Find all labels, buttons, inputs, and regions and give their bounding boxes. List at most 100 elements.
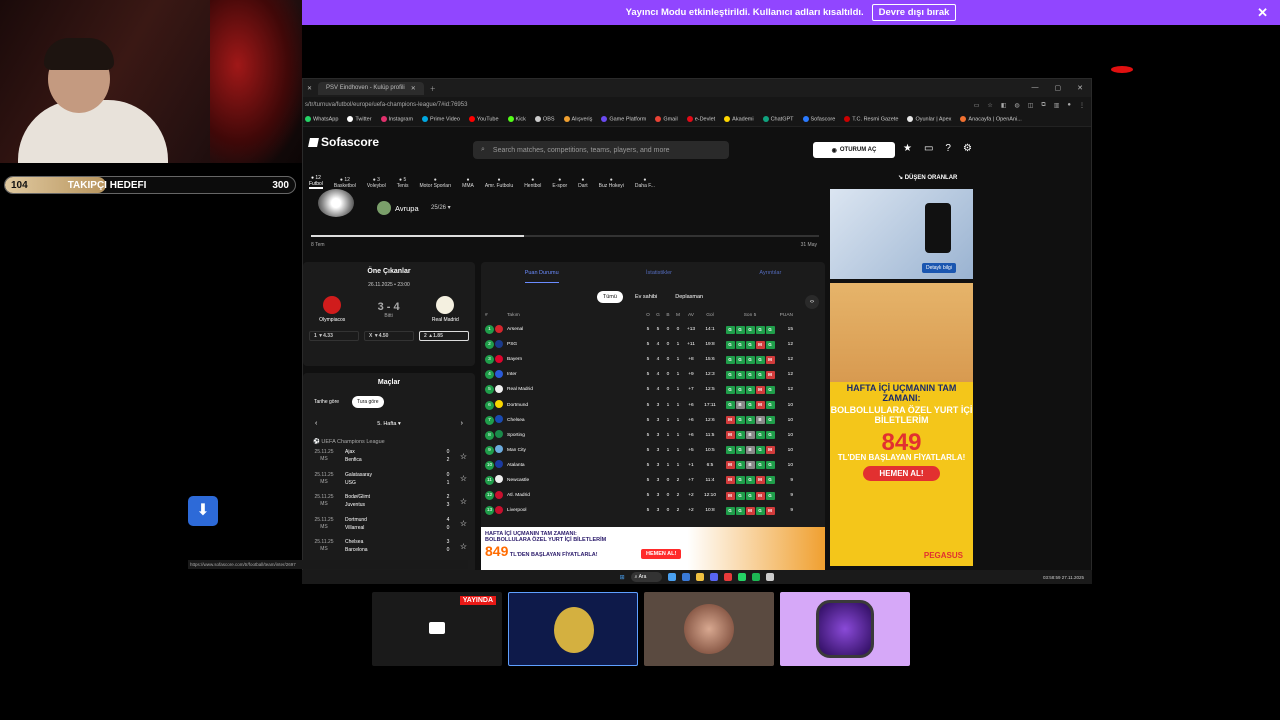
menu-icon[interactable]: ⋮ [1079, 102, 1085, 109]
by-round-toggle[interactable]: Tura göre [352, 396, 384, 408]
maximize-icon[interactable]: ▢ [1055, 84, 1062, 92]
login-button[interactable]: ◉ OTURUM AÇ [813, 142, 895, 158]
close-window-icon[interactable]: ✕ [1077, 84, 1083, 92]
team-name[interactable]: Newcastle [507, 478, 643, 483]
team-name[interactable]: Liverpool [507, 508, 643, 513]
match-row[interactable]: 25.11.25 MS Bodø/Glimt Juventus 2 3 ☆ [303, 490, 475, 513]
tab-statistics[interactable]: İstatistikler [646, 270, 672, 283]
match-row[interactable]: 25.11.25 MS Ajax Benfica 0 2 ☆ [303, 445, 475, 468]
bookmark-item[interactable]: Twitter [347, 116, 372, 123]
star-icon[interactable]: ☆ [455, 542, 467, 551]
edge-icon[interactable] [682, 573, 691, 581]
download-icon[interactable]: ⬇ [188, 496, 218, 526]
bookmark-item[interactable]: ChatGPT [762, 116, 794, 123]
sport-tab[interactable]: ● Daha F... [635, 177, 655, 189]
embed-code-icon[interactable]: ‹› [805, 295, 819, 309]
odds-x[interactable]: X ▼4.50 [364, 331, 414, 341]
region-link[interactable]: Avrupa [377, 201, 419, 215]
close-icon[interactable]: ✕ [411, 85, 416, 92]
bookmark-item[interactable]: Oyunlar | Apex [907, 116, 951, 123]
sidebar-icon[interactable]: ▥ [1054, 102, 1060, 109]
close-icon[interactable]: ✕ [307, 85, 312, 92]
table-row[interactable]: 5 Real Madrid 5 4 0 1 +7 12:5 G G G M G 12 [481, 382, 825, 397]
puzzle-icon[interactable]: ⧉ [1041, 102, 1045, 109]
ad-cta-button[interactable]: HEMEN AL! [863, 466, 940, 481]
sport-tab[interactable]: ● 3 Voleybol [367, 177, 386, 189]
help-icon[interactable]: ? [945, 143, 951, 154]
season-select[interactable]: 25/26 ▾ [431, 204, 451, 211]
sport-tab[interactable]: ● Buz Hokeyi [599, 177, 624, 189]
team-name[interactable]: PSG [507, 342, 643, 347]
odds-1[interactable]: 1 ▼4.33 [309, 331, 359, 341]
filter-home[interactable]: Ev sahibi [629, 291, 663, 303]
windows-start-icon[interactable]: ⊞ [620, 574, 625, 581]
week-select[interactable]: 5. Hafta ▾ [377, 421, 401, 427]
team-name[interactable]: Arsenal [507, 327, 643, 332]
tab-details[interactable]: Ayrıntılar [759, 270, 781, 283]
bookmark-item[interactable]: OBS [534, 116, 555, 123]
browser-tab[interactable]: PSV Eindhoven - Kulüp profili ✕ [318, 81, 424, 95]
tab-standings[interactable]: Puan Durumu [524, 270, 559, 283]
bookmark-item[interactable]: Game Platform [601, 116, 646, 123]
match-row[interactable]: 25.11.25 MS Dortmund Villarreal 4 0 ☆ [303, 513, 475, 536]
bookmark-item[interactable]: Anacayfa | OpenAni... [960, 116, 1022, 123]
extension-icon[interactable]: ◍ [1014, 102, 1019, 109]
sport-tab[interactable]: ● Motor Sporları [419, 177, 451, 189]
gear-icon[interactable]: ⚙ [963, 143, 972, 154]
star-icon[interactable]: ★ [903, 143, 912, 154]
sport-tab[interactable]: ● MMA [462, 177, 474, 189]
close-icon[interactable]: ✕ [1257, 5, 1268, 21]
bookmark-item[interactable]: Instagram [380, 116, 413, 123]
dropping-odds-link[interactable]: ↘ DÜŞEN ORANLAR [898, 174, 957, 181]
bookmark-item[interactable]: YouTube [468, 116, 499, 123]
star-icon[interactable]: ☆ [987, 102, 992, 109]
table-row[interactable]: 9 Man City 5 3 1 1 +5 10:5 G G B G M 10 [481, 443, 825, 458]
table-row[interactable]: 3 Bayern 5 4 0 1 +8 15:6 G G G G M 12 [481, 352, 825, 367]
chrome-icon[interactable] [668, 573, 677, 581]
chevron-right-icon[interactable]: › [461, 420, 463, 427]
extension-icon[interactable]: ◧ [1001, 102, 1007, 109]
app-icon[interactable] [724, 573, 733, 581]
sport-tab[interactable]: ● 12 Futbol [309, 175, 323, 189]
sport-tab[interactable]: ● Amr. Futbolu [485, 177, 513, 189]
profile-icon[interactable]: ● [1067, 102, 1071, 109]
table-row[interactable]: 7 Chelsea 5 3 1 1 +6 12:6 M G G B G 10 [481, 413, 825, 428]
match-row[interactable]: 25.11.25 MS Chelsea Barcelona 3 0 ☆ [303, 535, 475, 558]
discord-icon[interactable] [710, 573, 719, 581]
table-row[interactable]: 11 Newcastle 5 3 0 2 +7 11:4 M G G M G 9 [481, 473, 825, 488]
by-date-toggle[interactable]: Tarihe göre [309, 396, 344, 408]
filter-all[interactable]: Tümü [596, 291, 623, 303]
team-name[interactable]: Chelsea [507, 418, 643, 423]
star-icon[interactable]: ☆ [455, 452, 467, 461]
bookmark-item[interactable]: Akademi [724, 116, 754, 123]
sport-tab[interactable]: ● 5 Tenis [397, 177, 409, 189]
extension-icon[interactable]: ◫ [1028, 102, 1034, 109]
match-row[interactable]: 25.11.25 MS Galatasaray USG 0 1 ☆ [303, 468, 475, 491]
team-name[interactable]: Real Madrid [507, 387, 643, 392]
new-tab-icon[interactable]: ＋ [430, 84, 436, 93]
team-name[interactable]: Sporting [507, 433, 643, 438]
team-name[interactable]: Atl. Madrid [507, 493, 643, 498]
sport-tab[interactable]: ● Dart [578, 177, 587, 189]
team-name[interactable]: Atalanta [507, 463, 643, 468]
highlights-card[interactable]: Öne Çıkanlar 26.11.2025 • 23:00 Olympiac… [303, 262, 475, 366]
side-banner-ad[interactable]: HAFTA İÇİ UÇMANIN TAM ZAMANI: BOLBOLLULA… [830, 283, 973, 566]
stream-thumbnail[interactable] [644, 592, 774, 666]
bookmark-item[interactable]: WhatsApp [305, 116, 338, 123]
folder-icon[interactable] [696, 573, 705, 581]
whatsapp-icon[interactable] [738, 573, 747, 581]
ad-cta-button[interactable]: HEMEN AL! [641, 549, 682, 559]
table-row[interactable]: 13 Liverpool 5 3 0 2 +2 10:8 G G M G M 9 [481, 503, 825, 518]
disable-button[interactable]: Devre dışı bırak [871, 4, 957, 21]
table-row[interactable]: 1 Arsenal 5 5 0 0 +13 14:1 G G G G G 15 [481, 322, 825, 337]
ad-detail-button[interactable]: Detaylı bilgi [922, 263, 956, 273]
cast-icon[interactable]: ▭ [974, 102, 980, 109]
table-row[interactable]: 10 Atalanta 5 3 1 1 +1 6:5 M G B G G 10 [481, 458, 825, 473]
table-row[interactable]: 12 Atl. Madrid 5 3 0 2 +2 12:10 M G G M G 9 [481, 488, 825, 503]
search-input[interactable]: ⌕ Search matches, competitions, teams, p… [473, 141, 729, 159]
bookmark-item[interactable]: Alışveriş [563, 116, 592, 123]
bookmark-item[interactable]: Kick [507, 116, 526, 123]
sofascore-logo[interactable]: Sofascore [308, 135, 379, 149]
stream-thumbnail[interactable] [508, 592, 638, 666]
app-icon[interactable] [766, 573, 775, 581]
